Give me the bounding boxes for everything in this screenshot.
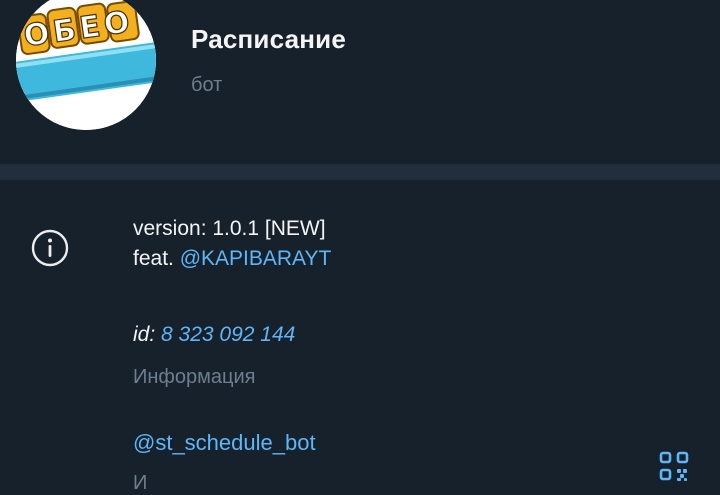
- profile-subtitle: бот: [191, 74, 223, 96]
- section-divider: [0, 164, 720, 180]
- info-icon: [30, 228, 70, 268]
- avatar-image: ОБЕО: [16, 0, 156, 130]
- info-section-label: Информация: [133, 366, 256, 388]
- feat-prefix: feat.: [133, 247, 180, 270]
- username-link[interactable]: @st_schedule_bot: [133, 430, 316, 456]
- version-line: version: 1.0.1 [NEW]: [133, 217, 326, 240]
- id-label: id:: [133, 323, 156, 346]
- bot-description: version: 1.0.1 [NEW] feat. @KAPIBARAYT: [133, 214, 331, 274]
- username-label: И: [133, 472, 148, 494]
- avatar[interactable]: ОБЕО: [16, 0, 156, 130]
- profile-name: Расписание: [191, 24, 346, 54]
- feat-link[interactable]: @KAPIBARAYT: [180, 247, 332, 270]
- profile-header: ОБЕО Расписание бот: [0, 0, 720, 164]
- id-value-link[interactable]: 8 323 092 144: [161, 323, 295, 346]
- feat-line: feat. @KAPIBARAYT: [133, 244, 331, 274]
- qr-code-icon[interactable]: [658, 450, 690, 482]
- id-line: id: 8 323 092 144: [133, 323, 295, 347]
